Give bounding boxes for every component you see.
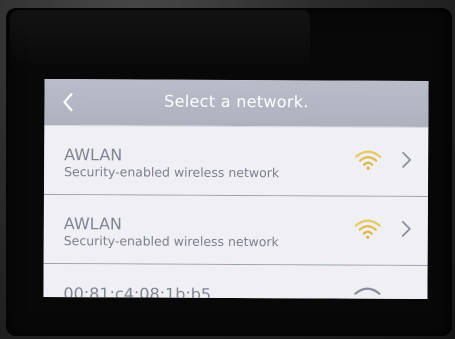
wifi-signal-icon (355, 150, 382, 170)
network-description: Security-enabled wireless network (63, 233, 279, 250)
network-item[interactable]: AWLAN Security-enabled wireless network (43, 124, 429, 198)
network-ssid: AWLAN (63, 214, 122, 234)
network-list: AWLAN Security-enabled wireless network … (43, 124, 429, 300)
header-bar: Select a network. (44, 78, 429, 128)
bezel-reflection (10, 10, 310, 70)
wifi-signal-icon (354, 287, 381, 295)
chevron-right-icon (401, 220, 411, 237)
network-ssid: AWLAN (64, 145, 123, 165)
network-ssid: 00:81:c4:08:1b:b5 (63, 284, 212, 300)
page-title: Select a network. (164, 91, 309, 112)
chevron-right-icon (402, 151, 412, 168)
wifi-signal-icon (354, 219, 381, 239)
network-item[interactable]: AWLAN Security-enabled wireless network (43, 194, 428, 267)
touch-screen: Select a network. AWLAN Security-enabled… (43, 78, 429, 300)
network-description: Security-enabled wireless network (64, 164, 280, 181)
network-item[interactable]: 00:81:c4:08:1b:b5 (43, 263, 428, 300)
